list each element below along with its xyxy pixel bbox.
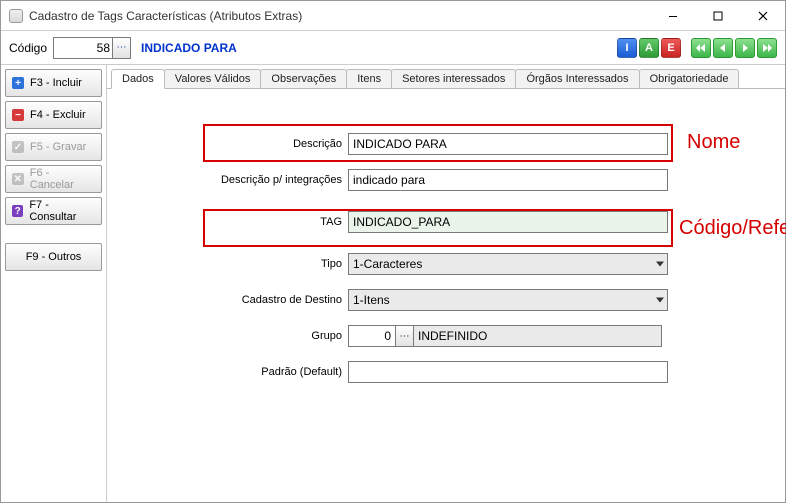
grupo-label: Grupo [123, 330, 348, 342]
cancelar-label: F6 - Cancelar [30, 167, 95, 191]
outros-label: F9 - Outros [26, 251, 82, 263]
minus-icon: − [12, 109, 24, 121]
entity-title: INDICADO PARA [141, 41, 617, 55]
incluir-label: F3 - Incluir [30, 77, 82, 89]
nav-next-button[interactable] [735, 38, 755, 58]
descricao-label: Descrição [123, 138, 348, 150]
delete-action-button[interactable]: E [661, 38, 681, 58]
row-descricao: Descrição [123, 133, 769, 155]
grupo-lookup-button[interactable]: ⋯ [396, 325, 414, 347]
padrao-label: Padrão (Default) [123, 366, 348, 378]
tab-valores[interactable]: Valores Válidos [164, 69, 262, 88]
annotation-text-codigo: Código/Referência [679, 217, 786, 240]
minimize-button[interactable] [650, 2, 695, 30]
toolbar: Código ⋯ INDICADO PARA I A E [1, 31, 785, 65]
gravar-label: F5 - Gravar [30, 141, 86, 153]
x-icon: ✕ [12, 173, 24, 185]
tab-itens[interactable]: Itens [346, 69, 392, 88]
sidebar: + F3 - Incluir − F4 - Excluir ✓ F5 - Gra… [1, 65, 107, 502]
nav-first-button[interactable] [691, 38, 711, 58]
action-buttons: I A E [617, 38, 681, 58]
incluir-button[interactable]: + F3 - Incluir [5, 69, 102, 97]
tab-obrigatoriedade[interactable]: Obrigatoriedade [639, 69, 740, 88]
add-action-button[interactable]: A [639, 38, 659, 58]
gravar-button: ✓ F5 - Gravar [5, 133, 102, 161]
descricao-input[interactable] [348, 133, 668, 155]
record-nav [691, 38, 777, 58]
grupo-code-input[interactable] [348, 325, 396, 347]
tab-orgaos[interactable]: Órgãos Interessados [515, 69, 639, 88]
row-padrao: Padrão (Default) [123, 361, 769, 383]
maximize-button[interactable] [695, 2, 740, 30]
window-controls [650, 2, 785, 30]
check-icon: ✓ [12, 141, 24, 153]
question-icon: ? [12, 205, 23, 217]
padrao-input[interactable] [348, 361, 668, 383]
app-icon [9, 9, 23, 23]
excluir-label: F4 - Excluir [30, 109, 86, 121]
annotation-text-nome: Nome [687, 131, 740, 154]
tag-input[interactable] [348, 211, 668, 233]
row-tag: TAG [123, 211, 769, 233]
close-button[interactable] [740, 2, 785, 30]
tag-label: TAG [123, 216, 348, 228]
main-area: + F3 - Incluir − F4 - Excluir ✓ F5 - Gra… [1, 65, 785, 502]
row-destino: Cadastro de Destino [123, 289, 769, 311]
window-title: Cadastro de Tags Características (Atribu… [29, 9, 650, 23]
row-tipo: Tipo [123, 253, 769, 275]
nav-prev-button[interactable] [713, 38, 733, 58]
destino-label: Cadastro de Destino [123, 294, 348, 306]
form-area: Descrição Descrição p/ integrações TAG T… [107, 89, 785, 383]
grupo-display: INDEFINIDO [414, 325, 662, 347]
consultar-button[interactable]: ? F7 - Consultar [5, 197, 102, 225]
plus-icon: + [12, 77, 24, 89]
desc-int-label: Descrição p/ integrações [123, 174, 348, 186]
row-grupo: Grupo ⋯ INDEFINIDO [123, 325, 769, 347]
cancelar-button: ✕ F6 - Cancelar [5, 165, 102, 193]
destino-select[interactable] [348, 289, 668, 311]
codigo-lookup-button[interactable]: ⋯ [112, 38, 130, 58]
excluir-button[interactable]: − F4 - Excluir [5, 101, 102, 129]
tab-dados[interactable]: Dados [111, 69, 165, 89]
tab-bar: Dados Valores Válidos Observações Itens … [107, 65, 785, 89]
tab-setores[interactable]: Setores interessados [391, 69, 516, 88]
consultar-label: F7 - Consultar [29, 199, 95, 223]
outros-button[interactable]: F9 - Outros [5, 243, 102, 271]
content-area: Dados Valores Válidos Observações Itens … [107, 65, 785, 502]
nav-last-button[interactable] [757, 38, 777, 58]
desc-int-input[interactable] [348, 169, 668, 191]
codigo-input[interactable] [54, 38, 112, 58]
tab-observacoes[interactable]: Observações [260, 69, 347, 88]
titlebar: Cadastro de Tags Características (Atribu… [1, 1, 785, 31]
row-desc-int: Descrição p/ integrações [123, 169, 769, 191]
tipo-label: Tipo [123, 258, 348, 270]
codigo-label: Código [9, 41, 47, 55]
info-button[interactable]: I [617, 38, 637, 58]
codigo-field-wrap: ⋯ [53, 37, 131, 59]
tipo-select[interactable] [348, 253, 668, 275]
